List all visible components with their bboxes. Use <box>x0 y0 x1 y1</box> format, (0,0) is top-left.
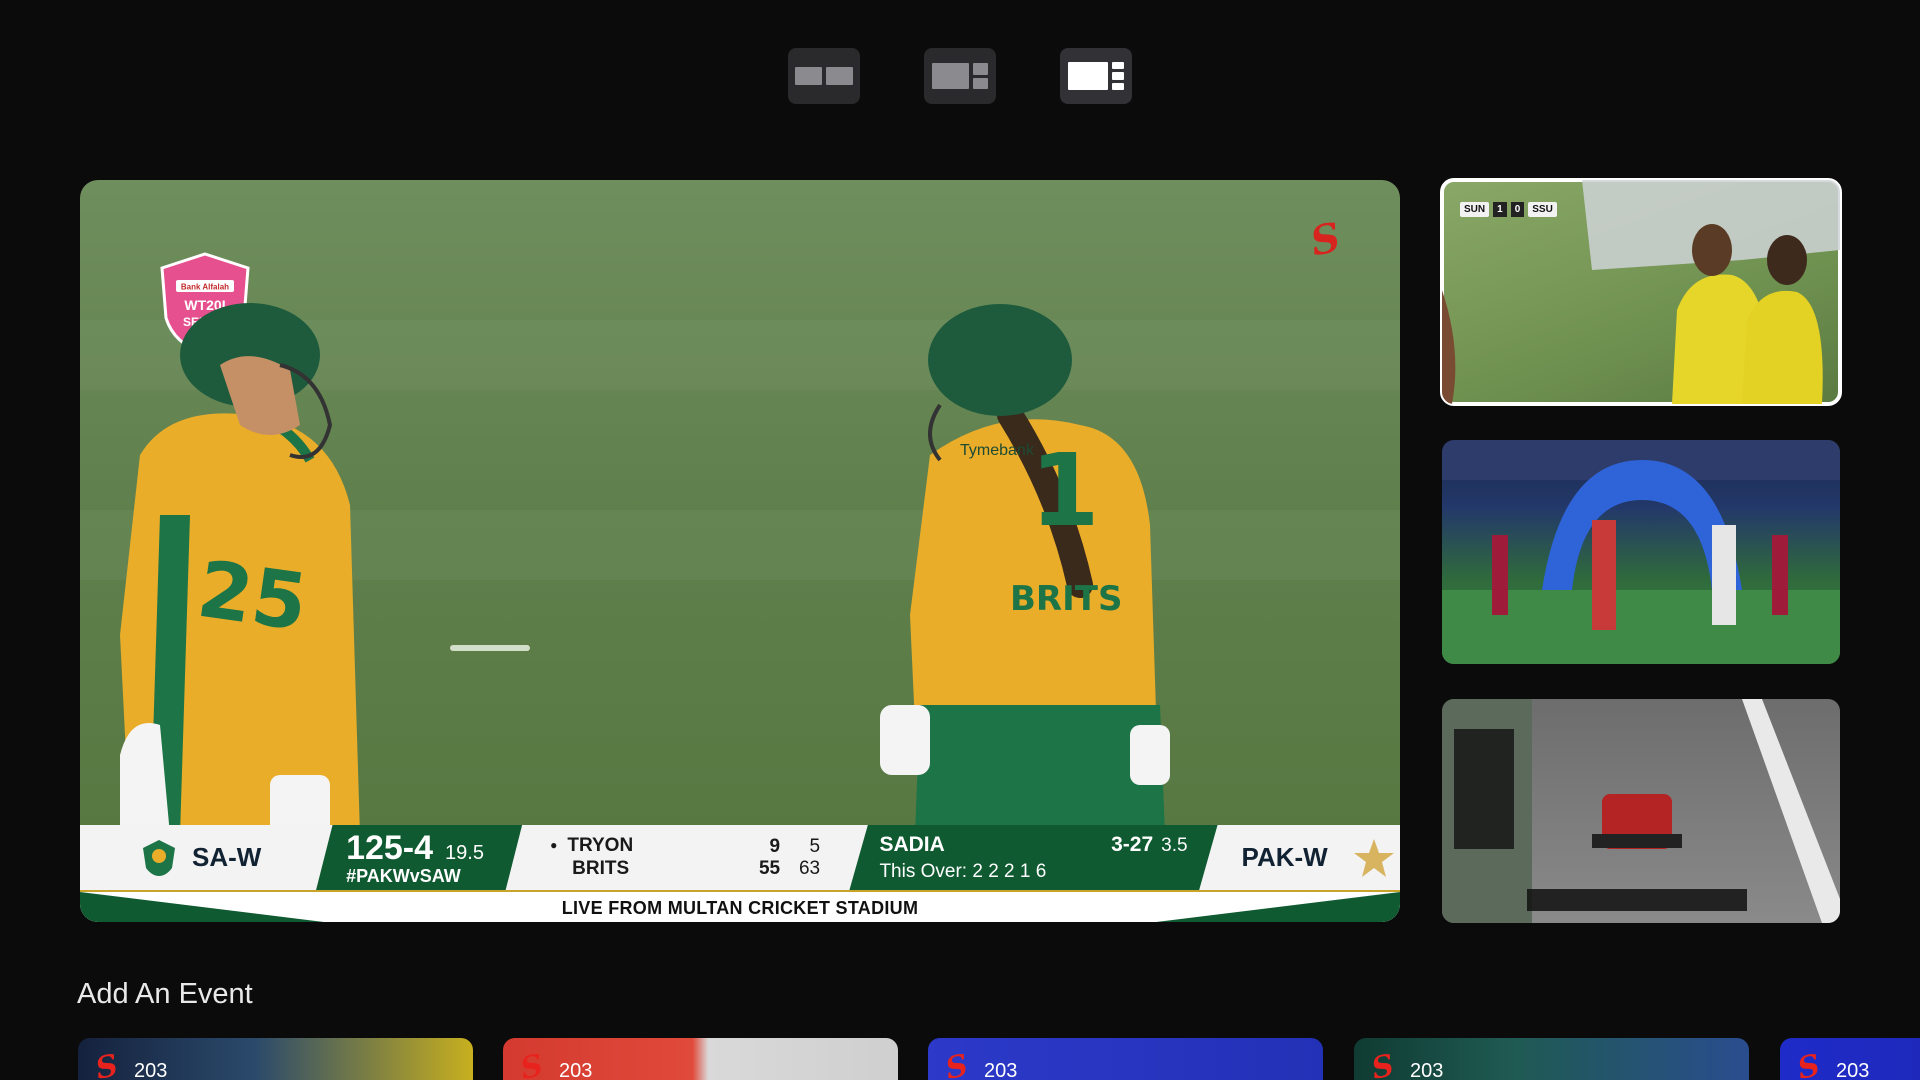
bowler-name: SADIA <box>879 832 945 856</box>
away-team: PAK-W <box>1218 825 1400 890</box>
main-video-player[interactable]: S Bank Alfalah WT20I SERIES 25 1 BRITS T… <box>80 180 1400 922</box>
event-card-channel: 203 <box>1836 1060 1870 1080</box>
batter-balls: 63 <box>798 857 821 879</box>
away-team-name: PAK-W <box>1241 842 1328 872</box>
walkout-scene <box>1442 440 1840 664</box>
batters-panel: TRYON BRITS 9 55 5 63 <box>522 825 849 890</box>
team-score-panel: 125-4 19.5 #PAKWvSAW <box>316 825 523 890</box>
event-card-channel: 203 <box>1410 1060 1444 1080</box>
side-stream-champions-league[interactable] <box>1442 440 1840 664</box>
svg-text:Tymebank: Tymebank <box>960 442 1035 459</box>
supersport-logo-icon: S <box>92 1048 122 1080</box>
batter-runs: 55 <box>758 857 781 879</box>
svg-text:BRITS: BRITS <box>1010 579 1122 619</box>
batter-name-striker: TRYON <box>550 835 740 858</box>
event-card[interactable]: S 203 <box>78 1038 473 1080</box>
cricketer-left: 25 <box>120 303 360 835</box>
supersport-logo-icon: S <box>1368 1048 1398 1080</box>
cricket-scoreboard: SA-W 125-4 19.5 #PAKWvSAW TRYON BRITS 9 5… <box>80 825 1400 890</box>
pitch-crease-line <box>450 645 530 651</box>
batter-balls: 5 <box>809 835 821 857</box>
this-over-balls: 2 2 2 1 6 <box>972 860 1047 882</box>
layout-split-two-icon <box>795 67 853 85</box>
supersport-logo-icon: S <box>1794 1048 1824 1080</box>
bowler-overs: 3.5 <box>1161 834 1188 856</box>
layout-selector <box>788 48 1132 104</box>
football-players-scene <box>1442 180 1840 404</box>
layout-split-two-button[interactable] <box>788 48 860 104</box>
sa-crest-icon <box>143 839 175 876</box>
svg-text:1: 1 <box>1030 432 1100 549</box>
supersport-logo-icon: S <box>942 1048 972 1080</box>
event-card[interactable]: S 203 <box>1780 1038 1920 1080</box>
event-card-channel: 203 <box>134 1060 168 1080</box>
event-cards-row: S 203 S 203 S 203 S 203 S 203 <box>78 1038 1920 1080</box>
layout-main-plus-three-icon <box>1068 62 1124 90</box>
bowler-figures: 3-27 <box>1111 832 1154 856</box>
bowler-panel: SADIA 3-27 3.5 This Over: 2 2 2 1 6 <box>849 825 1218 890</box>
add-event-title: Add An Event <box>77 978 253 1010</box>
event-card[interactable]: S 203 <box>503 1038 898 1080</box>
batter-runs: 9 <box>769 835 781 857</box>
layout-main-plus-three-button[interactable] <box>1060 48 1132 104</box>
batter-name-non-striker: BRITS <box>572 858 630 879</box>
this-over-label: This Over: <box>879 860 968 882</box>
f1-track-scene <box>1442 699 1840 923</box>
venue-strip: LIVE FROM MULTAN CRICKET STADIUM <box>80 890 1400 922</box>
cricketer-right: 1 BRITS Tymebank <box>880 304 1170 835</box>
layout-main-plus-two-icon <box>932 63 988 89</box>
match-hashtag: #PAKWvSAW <box>346 865 461 886</box>
svg-text:25: 25 <box>192 545 312 649</box>
event-card-channel: 203 <box>559 1060 593 1080</box>
supersport-logo-icon: S <box>517 1048 547 1080</box>
team-score: 125-4 <box>346 828 434 867</box>
event-card[interactable]: S 203 <box>1354 1038 1749 1080</box>
side-stream-f1[interactable] <box>1442 699 1840 923</box>
layout-main-plus-two-button[interactable] <box>924 48 996 104</box>
team-overs: 19.5 <box>445 841 484 864</box>
event-card[interactable]: S 203 <box>928 1038 1323 1080</box>
event-card-channel: 203 <box>984 1060 1018 1080</box>
broadcaster-logo: S <box>1306 213 1345 266</box>
venue-text: LIVE FROM MULTAN CRICKET STADIUM <box>561 897 919 918</box>
pak-star-icon <box>1353 838 1394 877</box>
home-team: SA-W <box>80 825 316 890</box>
home-team-name: SA-W <box>192 842 262 872</box>
side-stream-football[interactable]: SUN 1 0 SSU <box>1440 178 1842 406</box>
